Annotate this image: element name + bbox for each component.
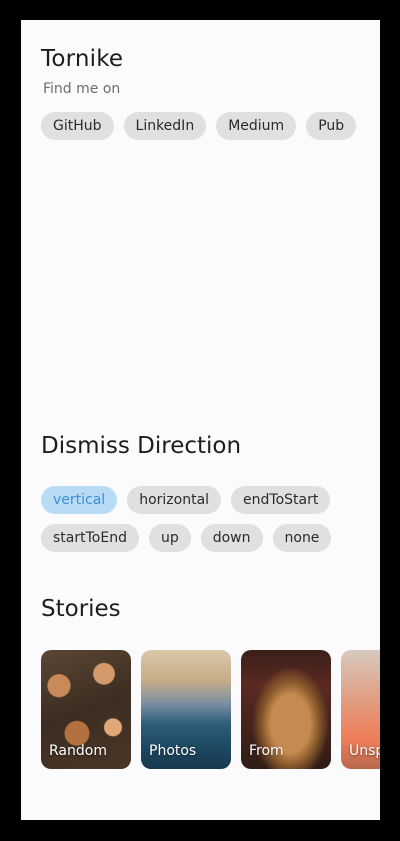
story-label: Photos <box>149 743 197 759</box>
profile-name: Tornike <box>41 46 124 72</box>
dismiss-chip-start-to-end[interactable]: startToEnd <box>41 524 139 552</box>
dismiss-options-row-1: vertical horizontal endToStart <box>41 486 331 514</box>
story-label: Unsp <box>349 743 380 759</box>
profile-subtitle: Find me on <box>43 81 121 97</box>
story-label: From <box>249 743 284 759</box>
social-links: GitHub LinkedIn Medium Pub <box>41 112 357 140</box>
link-chip-pub[interactable]: Pub <box>306 112 357 140</box>
story-card-random[interactable]: Random <box>41 650 131 769</box>
link-chip-github[interactable]: GitHub <box>41 112 114 140</box>
dismiss-chip-down[interactable]: down <box>200 524 263 552</box>
story-card-unsplash[interactable]: Unsp <box>341 650 380 769</box>
app-screen: Tornike Find me on GitHub LinkedIn Mediu… <box>21 20 380 820</box>
link-chip-medium[interactable]: Medium <box>216 112 297 140</box>
stories-carousel[interactable]: Random Photos From Unsp <box>41 650 380 769</box>
link-chip-linkedin[interactable]: LinkedIn <box>123 112 207 140</box>
dismiss-chip-up[interactable]: up <box>148 524 191 552</box>
dismiss-direction-title: Dismiss Direction <box>41 433 242 459</box>
stories-title: Stories <box>41 596 121 622</box>
dismiss-chip-none[interactable]: none <box>272 524 332 552</box>
story-label: Random <box>49 743 107 759</box>
dismiss-chip-horizontal[interactable]: horizontal <box>127 486 222 514</box>
dismiss-chip-end-to-start[interactable]: endToStart <box>231 486 331 514</box>
story-card-photos[interactable]: Photos <box>141 650 231 769</box>
dismiss-options-row-2: startToEnd up down none <box>41 524 332 552</box>
dismiss-chip-vertical[interactable]: vertical <box>41 486 118 514</box>
story-card-from[interactable]: From <box>241 650 331 769</box>
device-frame: Tornike Find me on GitHub LinkedIn Mediu… <box>0 0 400 841</box>
